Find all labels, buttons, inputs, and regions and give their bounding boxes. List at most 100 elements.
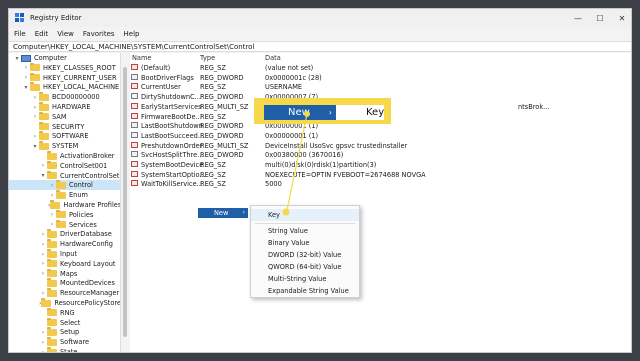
context-menu-new[interactable]: New › — [198, 208, 248, 218]
tree-item[interactable]: › HardwareConfig — [9, 239, 120, 249]
value-data: (value not set) — [265, 64, 314, 72]
tree-item[interactable]: › HKEY_CURRENT_USER — [9, 72, 120, 83]
tree-item[interactable]: MountedDevices — [9, 278, 120, 288]
tree-item[interactable]: ActivationBroker — [9, 151, 120, 161]
tree-item[interactable]: Select — [9, 317, 120, 328]
chevron-right-icon[interactable]: › — [39, 260, 47, 267]
chevron-right-icon[interactable]: › — [31, 104, 39, 111]
chevron-right-icon[interactable]: › — [39, 231, 47, 238]
chevron-down-icon[interactable]: ▾ — [31, 143, 39, 150]
minimize-button[interactable]: — — [567, 9, 589, 27]
tree-item[interactable]: › Hardware Profiles — [9, 200, 121, 210]
tree-item[interactable]: SECURITY — [9, 121, 120, 132]
value-row[interactable]: (Default) REG_SZ (value not set) — [130, 63, 631, 73]
value-name: BootDriverFlags — [141, 73, 194, 82]
value-row[interactable]: SystemBootDevice REG_SZ multi(0)disk(0)rdi… — [130, 160, 631, 170]
tree-item[interactable]: › HKEY_CLASSES_ROOT — [9, 62, 120, 73]
menu-file[interactable]: File — [14, 30, 26, 38]
callout-key: Key — [336, 105, 384, 120]
chevron-down-icon[interactable]: ▾ — [22, 84, 30, 91]
submenu-key[interactable]: Key — [251, 209, 359, 221]
chevron-right-icon[interactable]: › — [39, 162, 47, 169]
folder-icon — [47, 239, 57, 248]
submenu-item[interactable]: Expandable String Value — [251, 285, 359, 297]
submenu-item[interactable]: DWORD (32-bit) Value — [251, 249, 359, 261]
value-name: CurrentUser — [141, 83, 181, 92]
tree-item[interactable]: › HARDWARE — [9, 102, 120, 112]
chevron-right-icon[interactable]: › — [39, 251, 47, 258]
value-row[interactable]: CurrentUser REG_SZ USERNAME — [130, 82, 631, 92]
key-tree[interactable]: ▾ Computer › HKEY_CLASSES_ROOT › HKEY_CURRENT… — [9, 53, 121, 353]
column-name-header[interactable]: Name — [132, 54, 151, 62]
tree-item-label: Hardware Profiles — [63, 201, 121, 209]
value-row[interactable]: PreshutdownOrder REG_MULTI_SZ DeviceInstal… — [130, 141, 631, 151]
address-bar[interactable]: Computer\HKEY_LOCAL_MACHINE\SYSTEM\Curre… — [9, 41, 631, 52]
tree-item[interactable]: › Input — [9, 249, 120, 259]
value-row[interactable]: SystemStartOptio... REG_SZ NOEXECUTE=OPTIN… — [130, 170, 631, 180]
submenu-item[interactable]: Multi-String Value — [251, 273, 359, 285]
tree-item[interactable]: ▾ SYSTEM — [9, 141, 120, 151]
chevron-right-icon[interactable]: › — [31, 133, 39, 140]
chevron-right-icon[interactable]: › — [39, 339, 47, 346]
tree-item[interactable]: › State — [9, 347, 120, 353]
column-type-header[interactable]: Type — [200, 54, 215, 62]
chevron-right-icon[interactable]: › — [48, 192, 56, 199]
tree-item-label: Software — [60, 338, 90, 347]
folder-icon — [56, 190, 66, 199]
tree-item[interactable]: › ResourcePolicyStore — [9, 298, 120, 308]
string-value-icon — [131, 161, 138, 167]
submenu-item[interactable]: Binary Value — [251, 237, 359, 249]
submenu-item[interactable]: String Value — [251, 225, 359, 237]
tree-item[interactable]: RNG — [9, 307, 120, 318]
tree-item[interactable]: › Keyboard Layout — [9, 258, 120, 269]
value-type: REG_SZ — [200, 161, 226, 169]
tree-item[interactable]: › Services — [9, 219, 120, 230]
menu-view[interactable]: View — [57, 30, 74, 38]
menu-edit[interactable]: Edit — [35, 30, 49, 38]
chevron-right-icon[interactable]: › — [48, 221, 56, 228]
tree-item[interactable]: ▾ HKEY_LOCAL_MACHINE — [9, 82, 120, 92]
chevron-right-icon[interactable]: › — [48, 211, 56, 218]
tree-item[interactable]: › SAM — [9, 111, 120, 122]
menu-help[interactable]: Help — [124, 30, 140, 38]
chevron-right-icon[interactable]: › — [48, 182, 56, 189]
submenu-item[interactable]: QWORD (64-bit) Value — [251, 261, 359, 273]
tree-item[interactable]: › BCD00000000 — [9, 92, 120, 102]
tree-item[interactable]: › Setup — [9, 327, 120, 337]
value-type: REG_DWORD — [200, 73, 244, 82]
value-type: REG_SZ — [200, 64, 226, 72]
tree-scrollbar[interactable] — [121, 53, 129, 352]
tree-item[interactable]: › Maps — [9, 268, 120, 279]
chevron-right-icon[interactable]: › — [39, 241, 47, 248]
tree-item[interactable]: › ControlSet001 — [9, 160, 120, 171]
tree-item[interactable]: › Software — [9, 337, 120, 347]
tree-item[interactable]: › Policies — [9, 209, 120, 220]
value-row[interactable]: BootDriverFlags REG_DWORD 0x0000001c (28) — [130, 73, 631, 83]
value-row[interactable]: WaitToKillService... REG_SZ 5000 — [130, 179, 631, 189]
chevron-right-icon[interactable]: › — [22, 64, 30, 71]
chevron-right-icon[interactable]: › — [39, 329, 47, 336]
close-button[interactable]: ✕ — [611, 9, 631, 27]
maximize-button[interactable]: ☐ — [589, 9, 611, 27]
chevron-right-icon[interactable]: › — [39, 349, 47, 353]
value-row[interactable]: SvcHostSplitThre... REG_DWORD 0x00380000 (… — [130, 150, 631, 160]
tree-item[interactable]: › Enum — [9, 190, 120, 200]
chevron-right-icon[interactable]: › — [22, 74, 30, 81]
menu-favorites[interactable]: Favorites — [83, 30, 115, 38]
scrollbar-thumb[interactable] — [123, 67, 127, 337]
chevron-right-icon[interactable]: › — [39, 270, 47, 277]
chevron-right-icon[interactable]: › — [39, 290, 47, 297]
chevron-right-icon[interactable]: › — [31, 113, 39, 120]
tree-item[interactable]: › Control — [9, 180, 120, 191]
tree-item[interactable]: › SOFTWARE — [9, 131, 120, 141]
chevron-down-icon[interactable]: ▾ — [13, 55, 21, 62]
tree-item[interactable]: ▾ Computer — [9, 53, 120, 63]
value-row[interactable]: LastBootSucceed... REG_DWORD 0x00000001 (1… — [130, 131, 631, 141]
tree-item[interactable]: › ResourceManager — [9, 288, 120, 298]
chevron-down-icon[interactable]: ▾ — [39, 172, 47, 179]
tree-item[interactable]: ▾ CurrentControlSet — [9, 170, 120, 181]
string-value-icon — [131, 180, 138, 187]
chevron-right-icon[interactable]: › — [31, 94, 39, 101]
column-data-header[interactable]: Data — [265, 54, 281, 62]
tree-item[interactable]: › DriverDatabase — [9, 229, 120, 239]
